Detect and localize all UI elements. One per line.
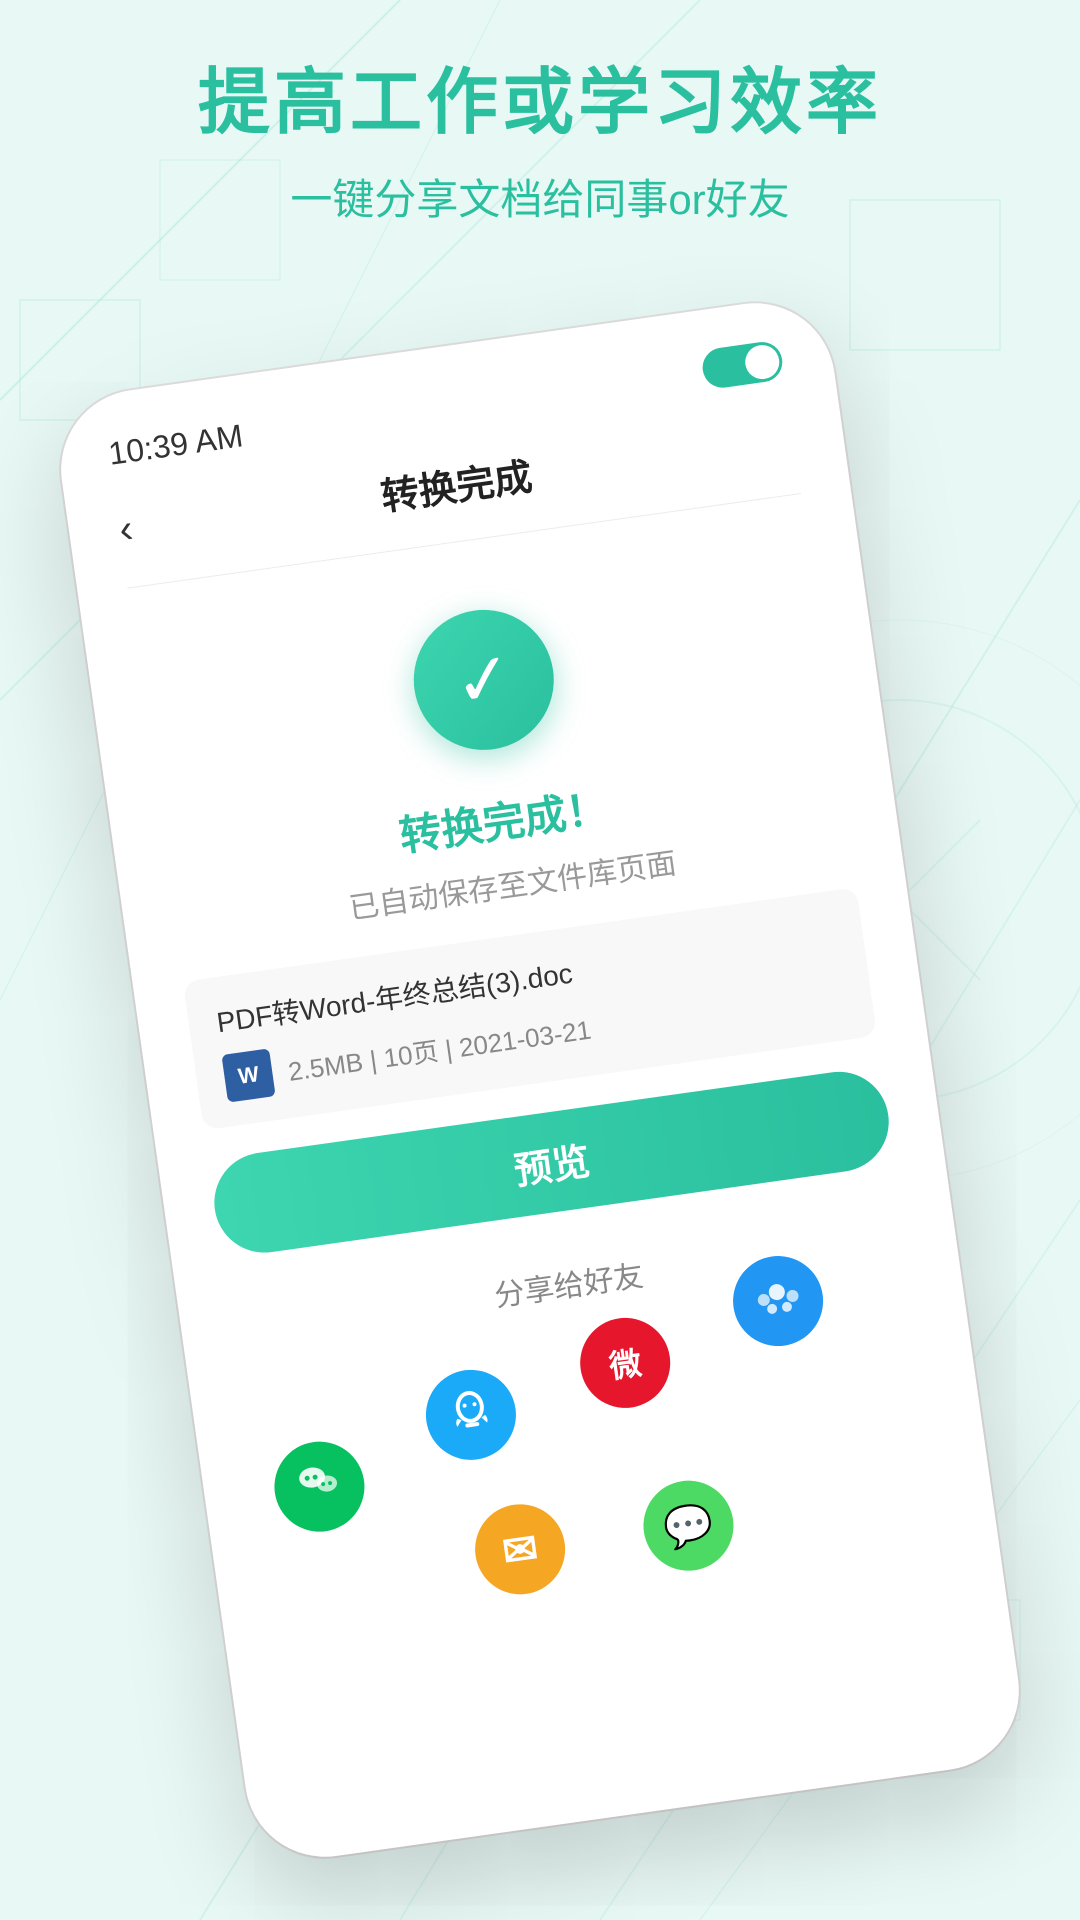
wechat-icon bbox=[291, 1453, 349, 1519]
weibo-icon: 微 bbox=[606, 1338, 644, 1388]
back-button[interactable]: ‹ bbox=[116, 507, 135, 553]
share-qq-button[interactable] bbox=[420, 1364, 522, 1466]
word-icon: W bbox=[221, 1048, 275, 1102]
share-baidu-button[interactable] bbox=[727, 1250, 829, 1352]
sub-title: 一键分享文档给同事or好友 bbox=[0, 166, 1080, 227]
phone-time: 10:39 AM bbox=[106, 417, 245, 472]
baidu-icon bbox=[746, 1266, 809, 1336]
share-message-button[interactable]: 💬 bbox=[638, 1475, 740, 1577]
message-icon: 💬 bbox=[661, 1499, 717, 1552]
success-sub: 已自动保存至文件库页面 bbox=[346, 838, 679, 927]
status-right bbox=[700, 339, 785, 390]
share-wechat-button[interactable] bbox=[269, 1436, 371, 1538]
phone-body: 10:39 AM ‹ 转换完成 ✓ 转换完成！ 已自动保存至文件库页面 bbox=[51, 293, 1029, 1867]
toggle-switch[interactable] bbox=[700, 339, 785, 390]
email-icon: ✉ bbox=[499, 1523, 541, 1576]
nav-title: 转换完成 bbox=[377, 446, 535, 522]
phone-mockup: 10:39 AM ‹ 转换完成 ✓ 转换完成！ 已自动保存至文件库页面 bbox=[51, 293, 1029, 1867]
qq-icon bbox=[442, 1382, 500, 1448]
toggle-knob bbox=[743, 343, 781, 381]
top-heading: 提高工作或学习效率 一键分享文档给同事or好友 bbox=[0, 60, 1080, 227]
check-icon: ✓ bbox=[450, 641, 518, 718]
share-title: 分享给好友 bbox=[491, 1251, 646, 1315]
phone-content: ✓ 转换完成！ 已自动保存至文件库页面 PDF转Word-年终总结(3).doc… bbox=[79, 497, 1005, 1696]
share-email-button[interactable]: ✉ bbox=[469, 1499, 571, 1601]
success-icon-circle: ✓ bbox=[405, 601, 563, 759]
main-title: 提高工作或学习效率 bbox=[0, 60, 1080, 146]
share-weibo-button[interactable]: 微 bbox=[574, 1312, 676, 1414]
